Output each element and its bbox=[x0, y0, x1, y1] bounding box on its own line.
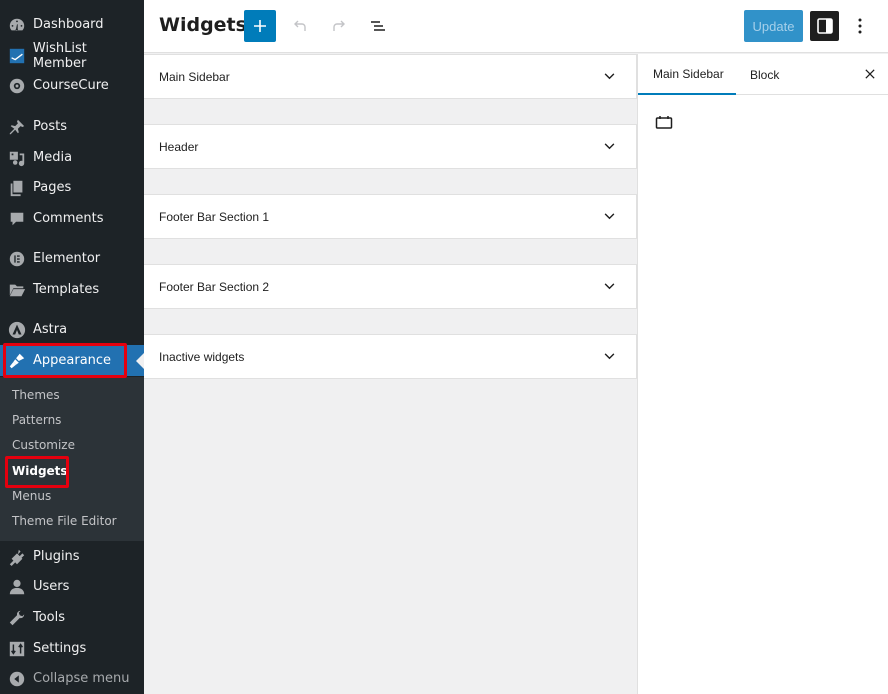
comment-icon bbox=[7, 209, 27, 229]
user-icon bbox=[7, 577, 27, 597]
sidebar-item-label: Appearance bbox=[33, 353, 112, 368]
paintbrush-icon bbox=[7, 351, 27, 371]
plus-icon bbox=[254, 20, 266, 32]
pin-icon bbox=[7, 117, 27, 137]
widget-area-title: Inactive widgets bbox=[159, 349, 245, 364]
close-sidebar-button[interactable] bbox=[860, 64, 880, 84]
wp-admin-screen: Dashboard WishList Member CourseCure Pos… bbox=[0, 0, 888, 694]
coursecure-icon bbox=[7, 76, 27, 96]
current-menu-arrow bbox=[136, 352, 144, 369]
sidebar-item-label: Tools bbox=[33, 610, 66, 625]
sidebar-item-label: Settings bbox=[33, 641, 87, 656]
submenu-item-themes[interactable]: Themes bbox=[12, 385, 60, 405]
submenu-item-patterns[interactable]: Patterns bbox=[12, 410, 61, 430]
sidebar-item-label: Templates bbox=[33, 282, 100, 297]
tab-main-sidebar[interactable]: Main Sidebar bbox=[638, 54, 736, 95]
widget-area-footer-bar-section-2[interactable]: Footer Bar Section 2 bbox=[144, 264, 637, 309]
wishlist-icon bbox=[7, 46, 27, 66]
redo-button[interactable] bbox=[325, 12, 353, 40]
wrench-icon bbox=[7, 608, 27, 628]
widget-area-inactive-widgets[interactable]: Inactive widgets bbox=[144, 334, 637, 379]
list-view-button[interactable] bbox=[364, 12, 392, 40]
sidebar-item-astra[interactable]: Astra bbox=[0, 314, 144, 345]
add-block-button[interactable] bbox=[244, 10, 276, 42]
tab-block[interactable]: Block bbox=[750, 54, 779, 95]
settings-icon bbox=[7, 639, 27, 659]
page-title: Widgets bbox=[159, 14, 247, 36]
media-icon bbox=[7, 148, 27, 168]
sidebar-item-settings[interactable]: Settings bbox=[0, 633, 144, 664]
chevron-down-icon[interactable] bbox=[597, 275, 621, 299]
undo-icon bbox=[294, 20, 306, 31]
collapse-menu-label: Collapse menu bbox=[33, 671, 130, 686]
sidebar-item-label: Media bbox=[33, 150, 73, 165]
sidebar-item-comments[interactable]: Comments bbox=[0, 203, 144, 234]
sidebar-item-plugins[interactable]: Plugins bbox=[0, 541, 144, 572]
inspector-tabs: Main Sidebar Block bbox=[638, 54, 888, 95]
chevron-down-icon[interactable] bbox=[597, 345, 621, 369]
submenu-item-widgets[interactable]: Widgets bbox=[12, 461, 68, 481]
sidebar-item-pages[interactable]: Pages bbox=[0, 172, 144, 203]
sidebar-item-label: Comments bbox=[33, 211, 104, 226]
widget-area-header[interactable]: Header bbox=[144, 124, 637, 169]
submenu-item-theme-file-editor[interactable]: Theme File Editor bbox=[12, 511, 117, 531]
submenu-item-menus[interactable]: Menus bbox=[12, 486, 51, 506]
widget-area-title: Main Sidebar bbox=[159, 69, 230, 84]
sidebar-panel-icon bbox=[816, 18, 833, 34]
admin-sidebar: Dashboard WishList Member CourseCure Pos… bbox=[0, 0, 144, 694]
more-options-button[interactable] bbox=[850, 12, 870, 40]
undo-button[interactable] bbox=[286, 12, 314, 40]
pages-icon bbox=[7, 178, 27, 198]
settings-sidebar: Main Sidebar Block bbox=[637, 54, 888, 694]
sidebar-item-label: Pages bbox=[33, 180, 72, 195]
folder-icon bbox=[7, 280, 27, 300]
list-view-icon bbox=[371, 21, 385, 31]
widget-area-title: Header bbox=[159, 139, 199, 154]
redo-icon bbox=[333, 20, 345, 31]
close-icon bbox=[865, 69, 875, 79]
sidebar-item-label: Plugins bbox=[33, 549, 80, 564]
submenu-item-customize[interactable]: Customize bbox=[12, 435, 75, 455]
widget-area-block-icon bbox=[655, 116, 673, 129]
appearance-submenu: Themes Patterns Customize Widgets Menus … bbox=[0, 377, 144, 541]
sidebar-item-label: Dashboard bbox=[33, 17, 104, 32]
widget-areas-canvas: Main Sidebar Header Footer Bar Section 1… bbox=[144, 54, 637, 694]
sidebar-item-label: Elementor bbox=[33, 251, 101, 266]
widget-area-main-sidebar[interactable]: Main Sidebar bbox=[144, 54, 637, 99]
dashboard-icon bbox=[7, 15, 27, 35]
sidebar-item-wishlist-member[interactable]: WishList Member bbox=[0, 40, 144, 71]
widget-area-title: Footer Bar Section 1 bbox=[159, 209, 270, 224]
sidebar-item-label: WishList Member bbox=[32, 40, 87, 71]
astra-icon bbox=[7, 320, 27, 340]
widget-area-footer-bar-section-1[interactable]: Footer Bar Section 1 bbox=[144, 194, 637, 239]
update-button[interactable]: Update bbox=[744, 10, 803, 42]
widget-area-title: Footer Bar Section 2 bbox=[159, 279, 270, 294]
sidebar-item-users[interactable]: Users bbox=[0, 571, 144, 602]
chevron-down-icon[interactable] bbox=[597, 135, 621, 159]
sidebar-item-posts[interactable]: Posts bbox=[0, 111, 144, 142]
plug-icon bbox=[7, 547, 27, 567]
chevron-down-icon[interactable] bbox=[597, 205, 621, 229]
sidebar-item-dashboard[interactable]: Dashboard bbox=[0, 9, 144, 40]
sidebar-item-appearance[interactable]: Appearance bbox=[0, 345, 144, 376]
sidebar-item-coursecure[interactable]: CourseCure bbox=[0, 70, 144, 101]
elementor-icon bbox=[7, 249, 27, 269]
collapse-menu-button[interactable]: Collapse menu bbox=[0, 663, 144, 694]
sidebar-item-templates[interactable]: Templates bbox=[0, 274, 144, 305]
sidebar-item-label: Posts bbox=[33, 119, 67, 134]
sidebar-item-label: Astra bbox=[33, 322, 68, 337]
chevron-down-icon[interactable] bbox=[597, 65, 621, 89]
collapse-icon bbox=[7, 669, 27, 689]
settings-toggle-button[interactable] bbox=[810, 11, 839, 41]
sidebar-item-elementor[interactable]: Elementor bbox=[0, 243, 144, 274]
sidebar-item-label: CourseCure bbox=[33, 78, 109, 93]
sidebar-item-media[interactable]: Media bbox=[0, 142, 144, 173]
editor-header: Widgets Update bbox=[144, 0, 888, 53]
sidebar-item-label: Users bbox=[33, 579, 70, 594]
kebab-menu-icon bbox=[858, 18, 862, 34]
sidebar-item-tools[interactable]: Tools bbox=[0, 602, 144, 633]
